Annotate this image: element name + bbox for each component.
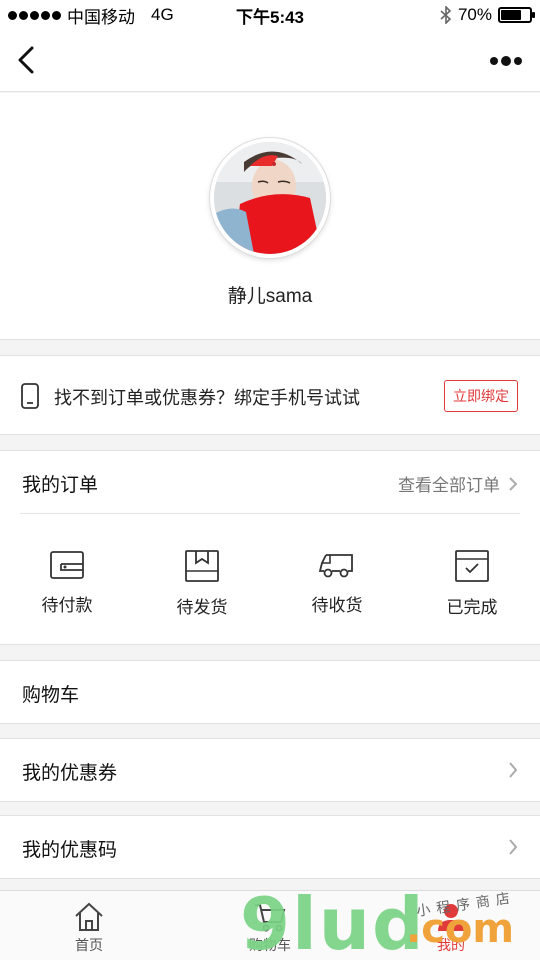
tab-cart-label: 购物车 <box>249 937 291 953</box>
status-left: 中国移动 4G <box>8 3 174 28</box>
battery-percent: 70% <box>457 5 492 24</box>
chevron-right-icon <box>509 476 518 491</box>
view-all-orders-link[interactable]: 查看全部订单 <box>398 471 518 496</box>
order-pending-receipt-label: 待收货 <box>311 596 363 615</box>
back-button[interactable] <box>10 42 42 78</box>
divider <box>20 513 520 514</box>
profile-section: 静儿sama <box>0 93 540 340</box>
tab-profile[interactable]: 我的 <box>391 891 511 960</box>
tab-home-label: 首页 <box>75 937 103 953</box>
status-right: 70% <box>440 5 535 25</box>
checked-box-icon <box>455 550 489 582</box>
tab-bar: 首页 购物车 我的 <box>0 890 540 960</box>
carrier-name: 中国移动 <box>67 7 135 27</box>
cart-icon <box>255 904 286 932</box>
menu-item-promo-codes-label: 我的优惠码 <box>22 840 118 861</box>
wallet-icon <box>50 551 84 579</box>
username: 静儿sama <box>227 286 313 307</box>
orders-header[interactable]: 我的订单 查看全部订单 <box>0 451 540 513</box>
order-pending-shipment-label: 待发货 <box>176 598 228 617</box>
tab-profile-label: 我的 <box>437 937 465 953</box>
menu-item-promo-codes[interactable]: 我的优惠码 <box>0 815 540 879</box>
bluetooth-icon <box>440 6 452 24</box>
order-pending-receipt[interactable]: 待收货 <box>282 549 392 616</box>
order-completed-label: 已完成 <box>446 598 498 617</box>
orders-section: 我的订单 查看全部订单 待付款 待发货 待收货 已完成 <box>0 450 540 645</box>
order-pending-payment-label: 待付款 <box>41 596 93 615</box>
tab-home[interactable]: 首页 <box>29 891 149 960</box>
more-dot-icon <box>501 56 511 66</box>
signal-strength-icon <box>8 10 61 20</box>
more-dot-icon <box>490 57 498 65</box>
truck-icon <box>318 554 353 578</box>
status-bar: 中国移动 4G 下午5:43 70% <box>0 0 540 30</box>
more-dot-icon <box>514 57 522 65</box>
view-all-orders-label: 查看全部订单 <box>398 476 500 495</box>
network-type: 4G <box>151 5 174 24</box>
package-icon <box>185 550 219 582</box>
order-pending-shipment[interactable]: 待发货 <box>147 549 257 618</box>
menu-item-coupons[interactable]: 我的优惠券 <box>0 738 540 802</box>
menu-item-coupons-label: 我的优惠券 <box>22 763 118 784</box>
menu-item-cart[interactable]: 购物车 <box>0 660 540 724</box>
more-options-button[interactable] <box>484 48 528 74</box>
menu-item-cart-label: 购物车 <box>22 685 80 706</box>
chevron-right-icon <box>509 762 518 778</box>
bind-now-button[interactable]: 立即绑定 <box>444 380 518 412</box>
user-icon <box>438 904 464 931</box>
battery-level <box>501 10 521 20</box>
bind-phone-banner: 找不到订单或优惠券？绑定手机号试试 立即绑定 <box>0 355 540 435</box>
chevron-left-icon <box>18 46 34 74</box>
home-icon <box>75 902 103 931</box>
avatar[interactable] <box>210 138 330 258</box>
nav-bar <box>0 30 540 92</box>
bind-phone-message: 找不到订单或优惠券？绑定手机号试试 <box>54 388 360 408</box>
battery-icon <box>498 7 535 23</box>
tab-cart[interactable]: 购物车 <box>210 891 330 960</box>
order-completed[interactable]: 已完成 <box>417 549 527 618</box>
order-pending-payment[interactable]: 待付款 <box>12 549 122 616</box>
orders-title: 我的订单 <box>22 475 99 496</box>
avatar-photo <box>214 142 326 254</box>
chevron-right-icon <box>509 839 518 855</box>
mobile-phone-icon <box>21 383 39 409</box>
